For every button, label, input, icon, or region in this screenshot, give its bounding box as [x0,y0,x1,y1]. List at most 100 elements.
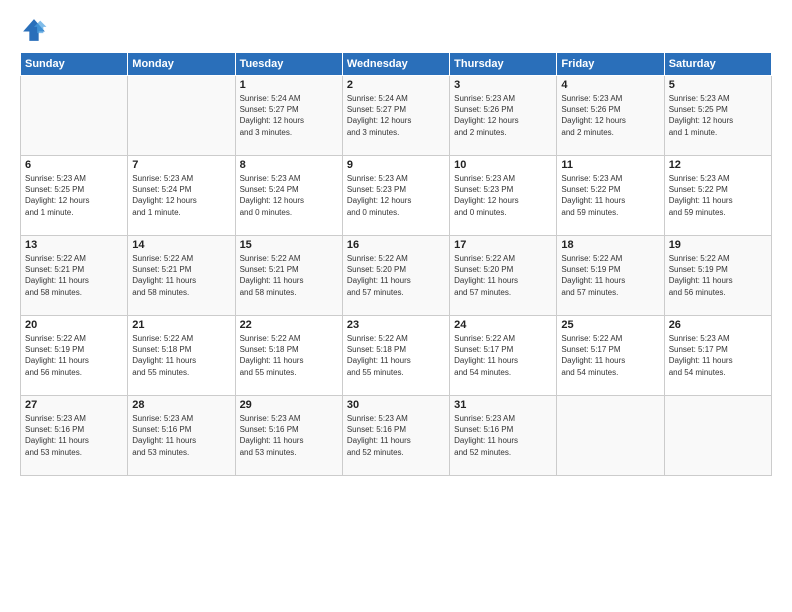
calendar-cell: 9 Sunrise: 5:23 AMSunset: 5:23 PMDaylight… [342,156,449,236]
calendar-cell: 28Sunrise: 5:23 AMSunset: 5:16 PMDayligh… [128,396,235,476]
day-info: Sunrise: 5:23 AMSunset: 5:25 PMDaylight:… [25,173,123,218]
calendar-cell: 7 Sunrise: 5:23 AMSunset: 5:24 PMDaylight… [128,156,235,236]
day-info: Sunrise: 5:22 AMSunset: 5:20 PMDaylight:… [454,253,552,298]
day-number: 29 [240,399,338,411]
day-info: Sunrise: 5:22 AMSunset: 5:18 PMDaylight:… [132,333,230,378]
day-number: 26 [669,319,767,331]
calendar-cell: 12 Sunrise: 5:23 AMSunset: 5:22 PMDayligh… [664,156,771,236]
day-number: 25 [561,319,659,331]
calendar-cell: 24 Sunrise: 5:22 AMSunset: 5:17 PMDayligh… [450,316,557,396]
day-info: Sunrise: 5:23 AMSunset: 5:26 PMDaylight:… [561,93,659,138]
calendar-cell [128,76,235,156]
calendar-cell: 4 Sunrise: 5:23 AMSunset: 5:26 PMDaylight… [557,76,664,156]
col-saturday: Saturday [664,53,771,76]
calendar-cell: 22 Sunrise: 5:22 AMSunset: 5:18 PMDayligh… [235,316,342,396]
day-info: Sunrise: 5:22 AMSunset: 5:19 PMDaylight:… [669,253,767,298]
day-number: 2 [347,79,445,91]
calendar-cell: 30 Sunrise: 5:23 AMSunset: 5:16 PMDayligh… [342,396,449,476]
calendar-cell: 19 Sunrise: 5:22 AMSunset: 5:19 PMDayligh… [664,236,771,316]
day-number: 31 [454,399,552,411]
day-info: Sunrise: 5:23 AMSunset: 5:16 PMDaylight:… [454,413,552,458]
day-info: Sunrise: 5:23 AMSunset: 5:25 PMDaylight:… [669,93,767,138]
calendar-cell: 5 Sunrise: 5:23 AMSunset: 5:25 PMDaylight… [664,76,771,156]
calendar-cell: 31 Sunrise: 5:23 AMSunset: 5:16 PMDayligh… [450,396,557,476]
day-info: Sunrise: 5:23 AMSunset: 5:16 PMDaylight:… [347,413,445,458]
calendar-cell: 25 Sunrise: 5:22 AMSunset: 5:17 PMDayligh… [557,316,664,396]
logo [20,16,52,44]
day-info: Sunrise: 5:24 AMSunset: 5:27 PMDaylight:… [240,93,338,138]
calendar-header: Sunday Monday Tuesday Wednesday Thursday… [21,53,772,76]
calendar-cell: 10Sunrise: 5:23 AMSunset: 5:23 PMDayligh… [450,156,557,236]
day-info: Sunrise: 5:22 AMSunset: 5:21 PMDaylight:… [25,253,123,298]
day-info: Sunrise: 5:23 AMSunset: 5:24 PMDaylight:… [240,173,338,218]
calendar-week-row: 1 Sunrise: 5:24 AMSunset: 5:27 PMDaylight… [21,76,772,156]
calendar-cell: 2 Sunrise: 5:24 AMSunset: 5:27 PMDaylight… [342,76,449,156]
calendar-cell [664,396,771,476]
calendar-cell: 18Sunrise: 5:22 AMSunset: 5:19 PMDayligh… [557,236,664,316]
day-info: Sunrise: 5:22 AMSunset: 5:17 PMDaylight:… [454,333,552,378]
header [20,16,772,44]
day-info: Sunrise: 5:23 AMSunset: 5:16 PMDaylight:… [25,413,123,458]
day-number: 19 [669,239,767,251]
day-number: 18 [561,239,659,251]
day-info: Sunrise: 5:22 AMSunset: 5:20 PMDaylight:… [347,253,445,298]
day-number: 24 [454,319,552,331]
day-number: 8 [240,159,338,171]
day-number: 27 [25,399,123,411]
day-info: Sunrise: 5:23 AMSunset: 5:17 PMDaylight:… [669,333,767,378]
calendar-cell: 3Sunrise: 5:23 AMSunset: 5:26 PMDaylight… [450,76,557,156]
col-thursday: Thursday [450,53,557,76]
calendar-cell: 8 Sunrise: 5:23 AMSunset: 5:24 PMDaylight… [235,156,342,236]
day-number: 20 [25,319,123,331]
day-number: 11 [561,159,659,171]
day-number: 23 [347,319,445,331]
calendar-cell: 14Sunrise: 5:22 AMSunset: 5:21 PMDayligh… [128,236,235,316]
calendar-cell: 21 Sunrise: 5:22 AMSunset: 5:18 PMDayligh… [128,316,235,396]
day-info: Sunrise: 5:22 AMSunset: 5:18 PMDaylight:… [240,333,338,378]
day-number: 30 [347,399,445,411]
calendar-cell: 23 Sunrise: 5:22 AMSunset: 5:18 PMDayligh… [342,316,449,396]
calendar-week-row: 13 Sunrise: 5:22 AMSunset: 5:21 PMDayligh… [21,236,772,316]
day-number: 21 [132,319,230,331]
calendar-cell: 20 Sunrise: 5:22 AMSunset: 5:19 PMDayligh… [21,316,128,396]
day-info: Sunrise: 5:22 AMSunset: 5:19 PMDaylight:… [25,333,123,378]
calendar-cell: 17 Sunrise: 5:22 AMSunset: 5:20 PMDayligh… [450,236,557,316]
calendar-cell: 13 Sunrise: 5:22 AMSunset: 5:21 PMDayligh… [21,236,128,316]
col-sunday: Sunday [21,53,128,76]
day-number: 22 [240,319,338,331]
day-info: Sunrise: 5:23 AMSunset: 5:16 PMDaylight:… [240,413,338,458]
col-friday: Friday [557,53,664,76]
day-number: 14 [132,239,230,251]
day-info: Sunrise: 5:22 AMSunset: 5:18 PMDaylight:… [347,333,445,378]
day-number: 7 [132,159,230,171]
day-info: Sunrise: 5:23 AMSunset: 5:23 PMDaylight:… [347,173,445,218]
day-info: Sunrise: 5:23 AMSunset: 5:22 PMDaylight:… [669,173,767,218]
calendar-cell: 6Sunrise: 5:23 AMSunset: 5:25 PMDaylight… [21,156,128,236]
day-number: 12 [669,159,767,171]
calendar-cell: 29 Sunrise: 5:23 AMSunset: 5:16 PMDayligh… [235,396,342,476]
col-wednesday: Wednesday [342,53,449,76]
calendar-cell: 26 Sunrise: 5:23 AMSunset: 5:17 PMDayligh… [664,316,771,396]
day-number: 4 [561,79,659,91]
day-number: 16 [347,239,445,251]
calendar-body: 1 Sunrise: 5:24 AMSunset: 5:27 PMDaylight… [21,76,772,476]
calendar-cell: 11Sunrise: 5:23 AMSunset: 5:22 PMDayligh… [557,156,664,236]
calendar-week-row: 6Sunrise: 5:23 AMSunset: 5:25 PMDaylight… [21,156,772,236]
day-number: 17 [454,239,552,251]
day-number: 13 [25,239,123,251]
weekday-row: Sunday Monday Tuesday Wednesday Thursday… [21,53,772,76]
day-info: Sunrise: 5:24 AMSunset: 5:27 PMDaylight:… [347,93,445,138]
day-number: 9 [347,159,445,171]
calendar-cell [557,396,664,476]
day-number: 3 [454,79,552,91]
calendar-cell: 27 Sunrise: 5:23 AMSunset: 5:16 PMDayligh… [21,396,128,476]
calendar-table: Sunday Monday Tuesday Wednesday Thursday… [20,52,772,476]
page: Sunday Monday Tuesday Wednesday Thursday… [0,0,792,612]
day-info: Sunrise: 5:23 AMSunset: 5:24 PMDaylight:… [132,173,230,218]
day-info: Sunrise: 5:22 AMSunset: 5:17 PMDaylight:… [561,333,659,378]
calendar-week-row: 20 Sunrise: 5:22 AMSunset: 5:19 PMDayligh… [21,316,772,396]
col-tuesday: Tuesday [235,53,342,76]
day-number: 5 [669,79,767,91]
day-number: 1 [240,79,338,91]
col-monday: Monday [128,53,235,76]
